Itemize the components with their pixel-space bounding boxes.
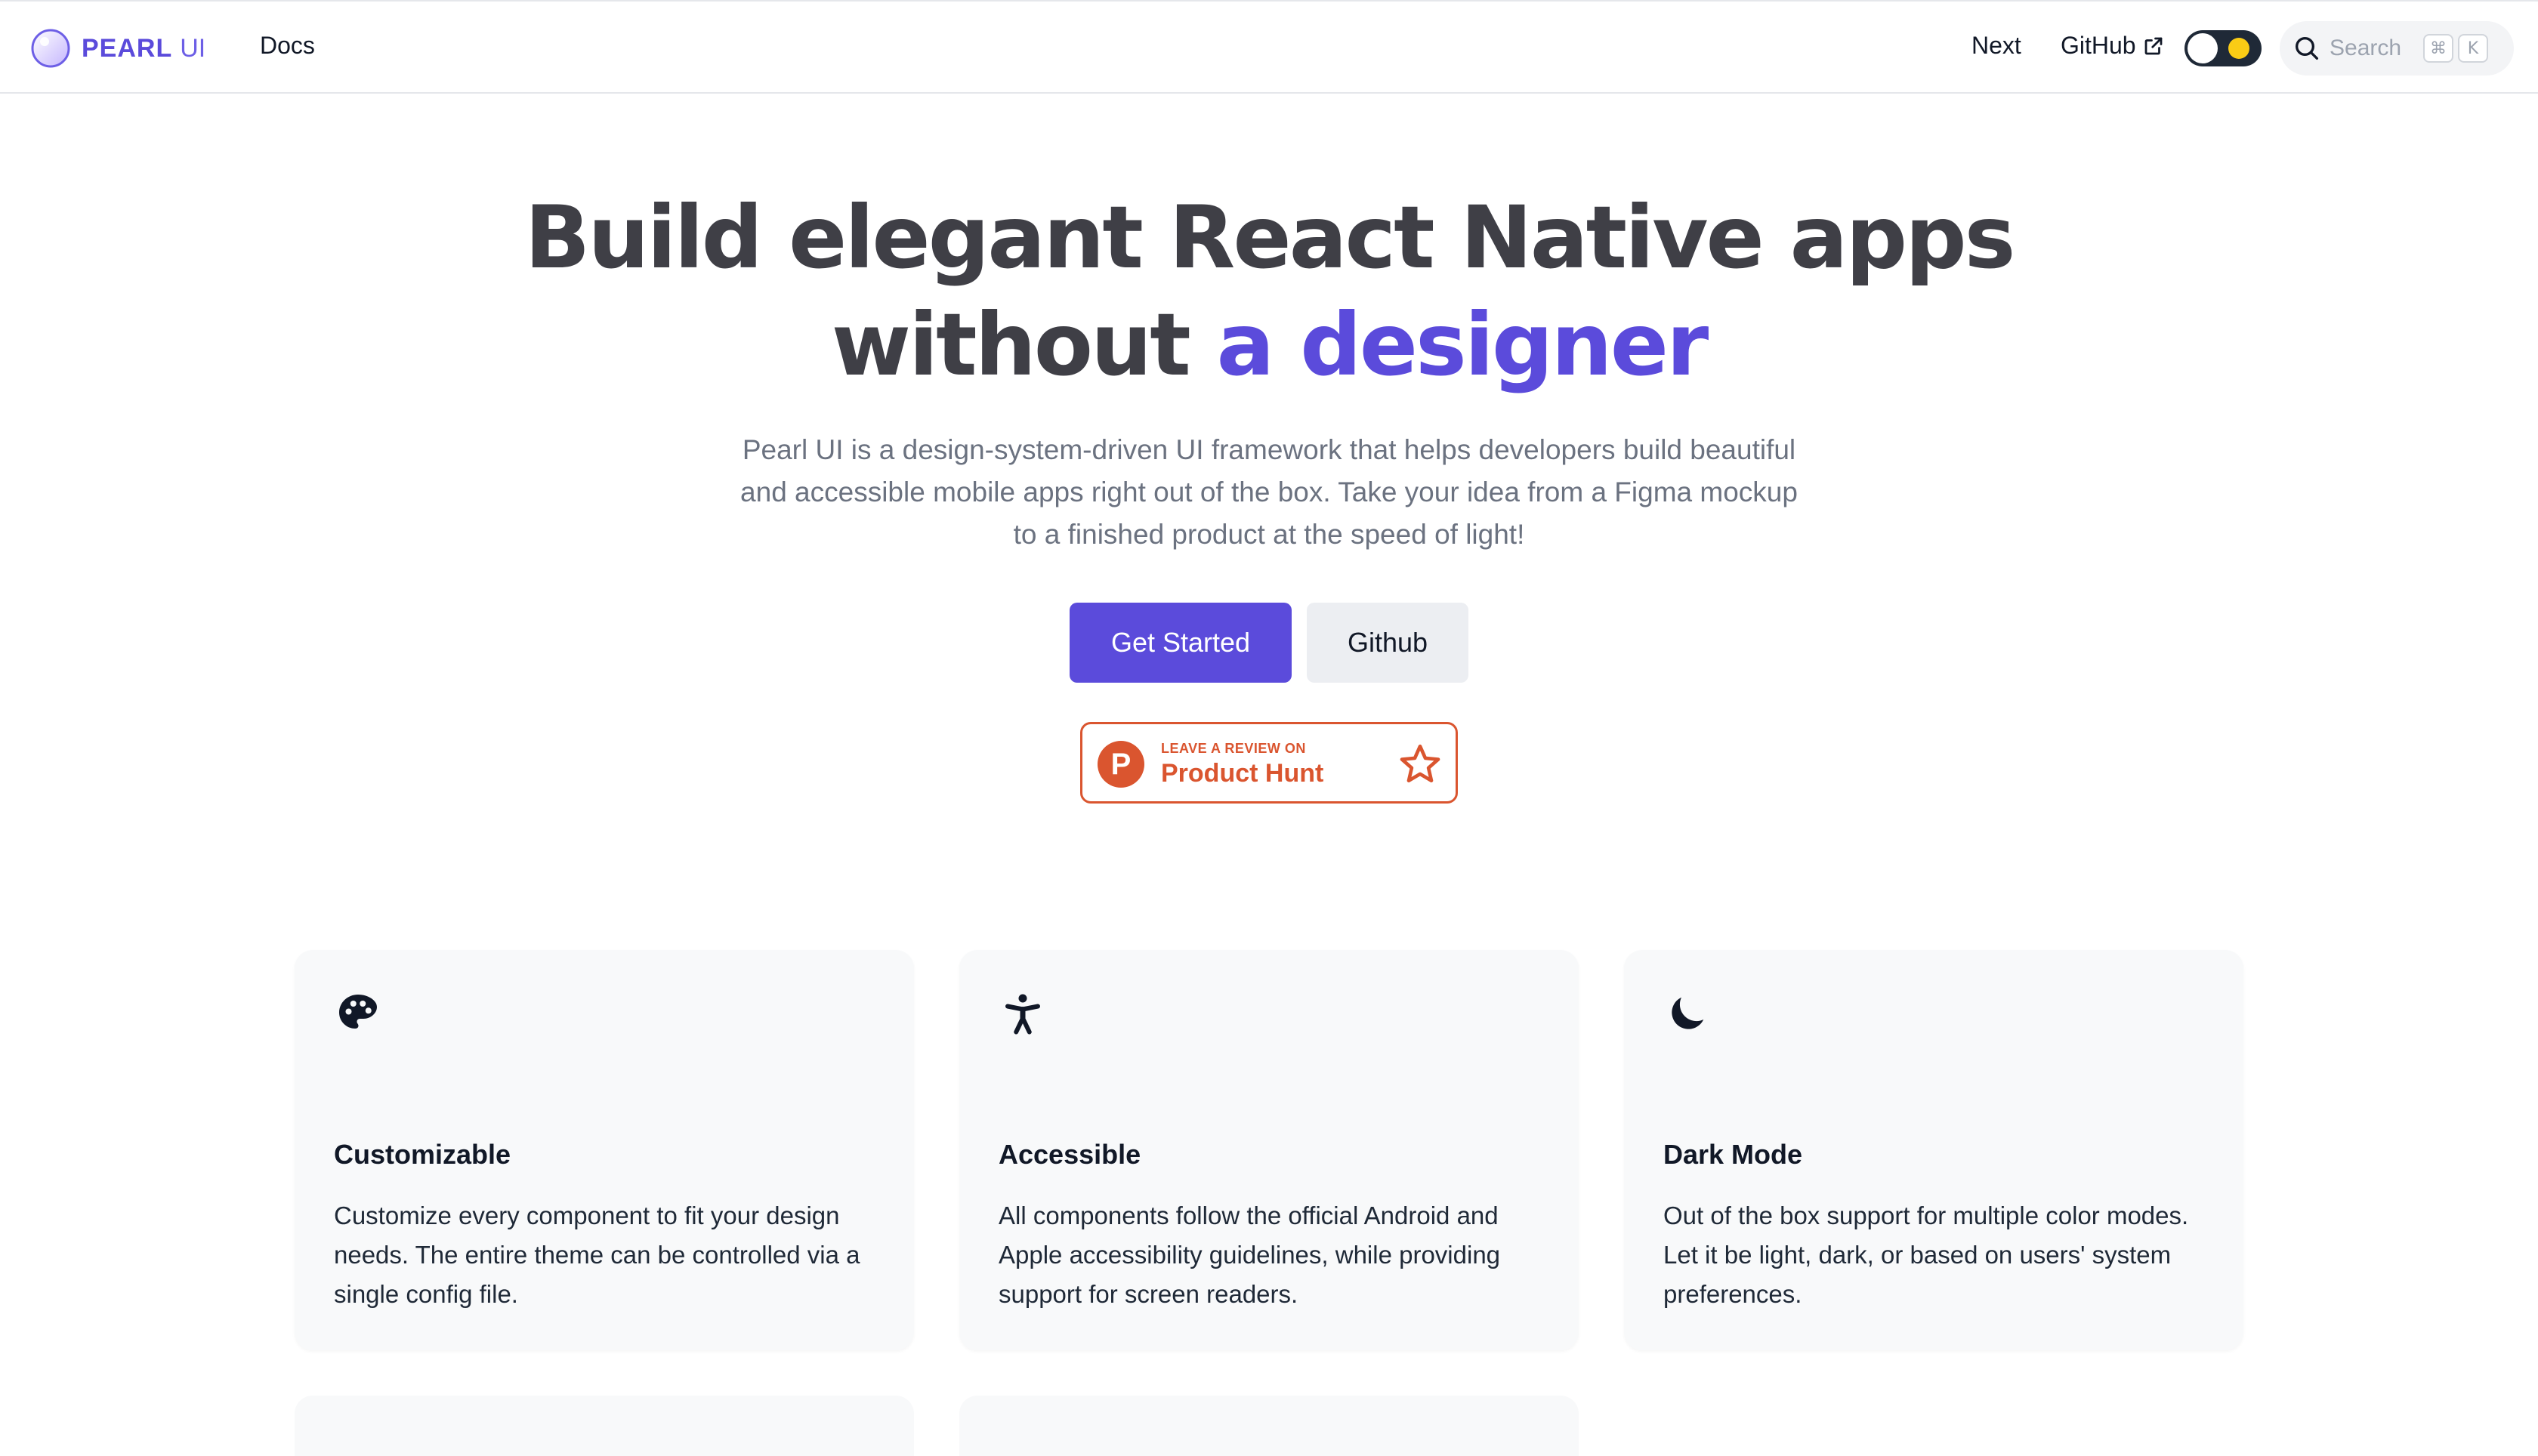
external-link-icon: [2144, 37, 2162, 54]
hero-subtitle: Pearl UI is a design-system-driven UI fr…: [740, 434, 1798, 550]
search-button[interactable]: Search ⌘ K: [2280, 21, 2514, 76]
nav-github-label: GitHub: [2061, 32, 2136, 59]
pearl-logo-icon: [31, 29, 70, 68]
theme-toggle[interactable]: [2184, 30, 2262, 66]
top-navbar: PEARL UI Docs Next GitHub Search ⌘ K: [0, 0, 2538, 94]
github-button[interactable]: Github: [1307, 603, 1468, 683]
hero-title: Build elegant React Native apps without …: [0, 184, 2538, 399]
sun-icon: [2228, 38, 2249, 59]
feature-card-partial: [295, 1396, 914, 1456]
hero-title-accent: a designer: [1216, 295, 1709, 395]
search-shortcut-modifier: ⌘: [2423, 34, 2453, 63]
feature-card-partial: [959, 1396, 1579, 1456]
search-shortcut-key: K: [2458, 34, 2488, 63]
feature-card-dark-mode: Dark Mode Out of the box support for mul…: [1624, 950, 2243, 1350]
hero-title-line2-plain: without: [831, 295, 1217, 395]
feature-title: Customizable: [334, 1139, 511, 1170]
brand-home-link[interactable]: PEARL UI: [30, 27, 205, 69]
nav-docs-link[interactable]: Docs: [260, 32, 315, 60]
moon-icon: [1672, 997, 1704, 1029]
product-hunt-small-text: LEAVE A REVIEW ON: [1161, 741, 1306, 756]
nav-next-link[interactable]: Next: [1971, 32, 2021, 60]
product-hunt-badge[interactable]: P LEAVE A REVIEW ON Product Hunt: [1080, 722, 1458, 804]
hero-title-line1: Build elegant React Native apps: [524, 187, 2015, 288]
get-started-button[interactable]: Get Started: [1070, 603, 1292, 683]
feature-description: Out of the box support for multiple colo…: [1663, 1202, 2189, 1308]
feature-title: Accessible: [999, 1139, 1141, 1170]
star-icon: [1400, 744, 1440, 783]
palette-icon: [339, 995, 377, 1029]
search-placeholder: Search: [2330, 35, 2402, 60]
search-icon: [2296, 37, 2318, 60]
brand-name: PEARL: [82, 33, 173, 63]
feature-card-accessible: Accessible All components follow the off…: [959, 950, 1579, 1350]
toggle-knob: [2188, 33, 2218, 63]
feature-description: All components follow the official Andro…: [999, 1202, 1501, 1308]
accessibility-icon: [1005, 994, 1040, 1035]
feature-title: Dark Mode: [1663, 1139, 1803, 1170]
brand-suffix: UI: [180, 33, 206, 63]
product-hunt-logo-icon: P: [1098, 741, 1144, 788]
product-hunt-big-text: Product Hunt: [1161, 759, 1324, 788]
feature-description: Customize every component to fit your de…: [334, 1202, 860, 1308]
nav-github-link[interactable]: GitHub: [2061, 32, 2165, 60]
feature-card-customizable: Customizable Customize every component t…: [295, 950, 914, 1350]
